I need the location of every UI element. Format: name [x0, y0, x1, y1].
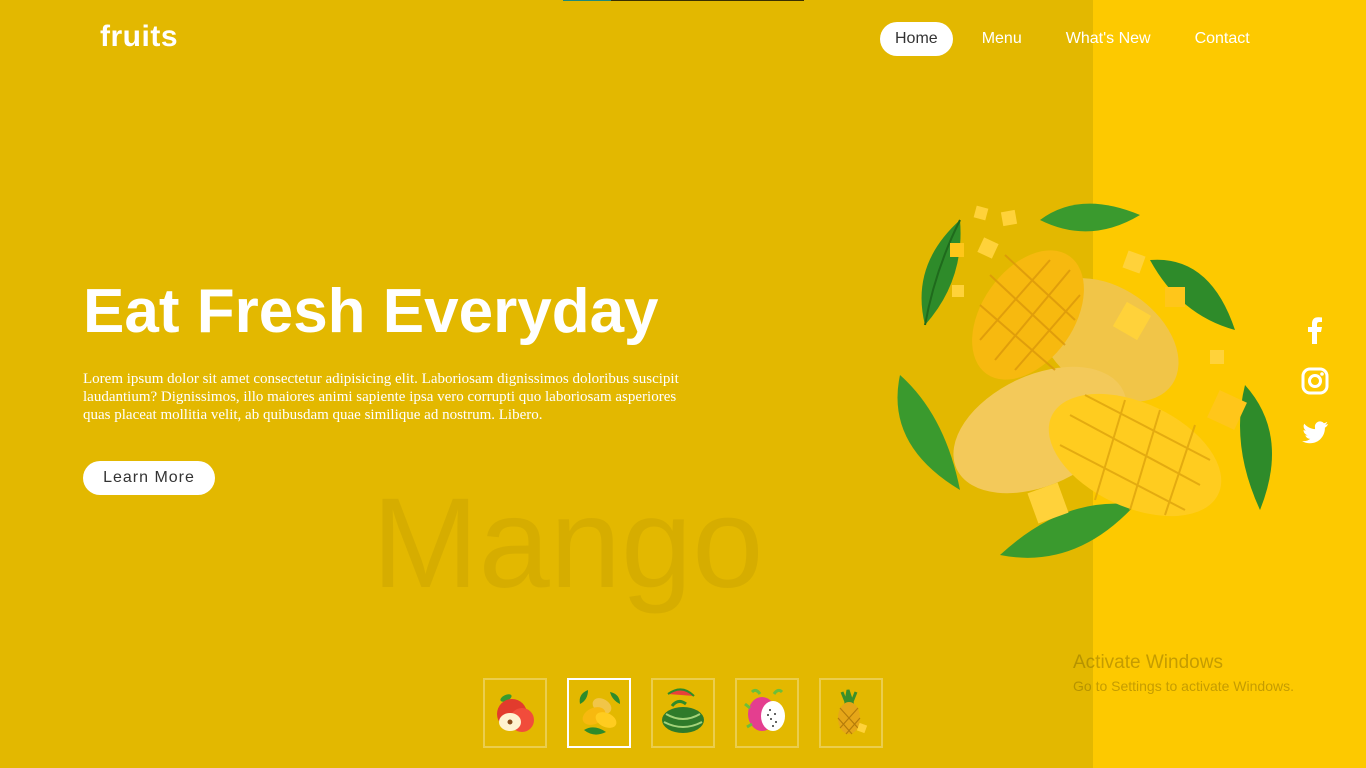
thumb-pineapple[interactable]: [819, 678, 883, 748]
top-strip-accent: [563, 0, 611, 1]
background-word: Mango: [372, 472, 764, 615]
activate-title: Activate Windows: [1073, 652, 1223, 673]
thumb-mango[interactable]: [567, 678, 631, 748]
thumb-watermelon[interactable]: [651, 678, 715, 748]
hero-description: Lorem ipsum dolor sit amet consectetur a…: [83, 371, 679, 423]
hero-title: Eat Fresh Everyday: [83, 277, 659, 346]
thumb-apple[interactable]: [483, 678, 547, 748]
thumb-dragon-fruit[interactable]: [735, 678, 799, 748]
activate-subtitle: Go to Settings to activate Windows.: [1073, 678, 1294, 694]
fruit-thumbnails: [483, 678, 903, 748]
social-links: [1300, 315, 1332, 468]
nav-menu[interactable]: Menu: [967, 22, 1037, 56]
instagram-icon[interactable]: [1300, 366, 1330, 396]
logo[interactable]: fruits: [100, 20, 178, 54]
learn-more-button[interactable]: Learn More: [83, 461, 215, 495]
windows-activation-watermark: Activate Windows Go to Settings to activ…: [1073, 652, 1294, 694]
facebook-icon[interactable]: [1300, 315, 1330, 345]
nav-whats-new[interactable]: What's New: [1051, 22, 1166, 56]
mango-hero-image: [897, 203, 1272, 558]
main-nav: Home Menu What's New Contact: [880, 22, 1279, 56]
nav-contact[interactable]: Contact: [1180, 22, 1265, 56]
nav-home[interactable]: Home: [880, 22, 953, 56]
twitter-icon[interactable]: [1300, 417, 1330, 447]
